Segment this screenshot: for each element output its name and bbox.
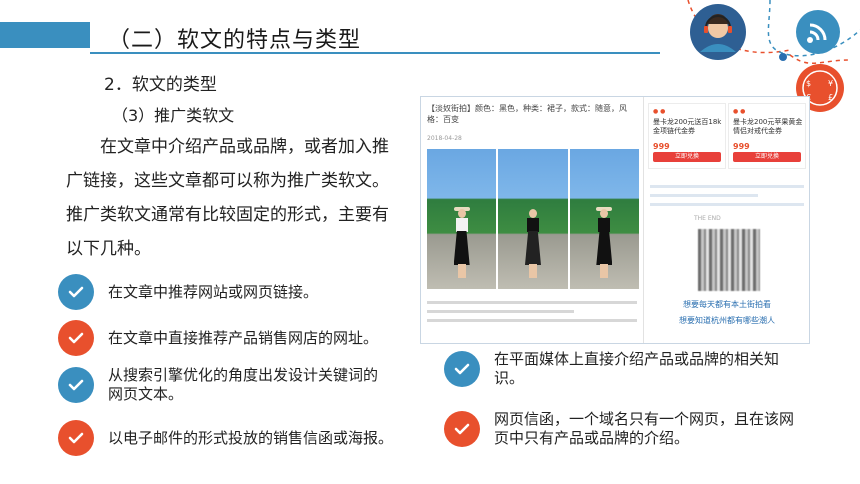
list-item-text: 网页信函，一个域名只有一个网页，且在该网页中只有产品或品牌的介绍。 (494, 410, 795, 447)
check-icon (444, 411, 480, 447)
section-subheading: （3）推广类软文 (112, 106, 235, 125)
product-desc: 曼卡龙200元苹果黄金情侣对戒代金券 (733, 118, 803, 135)
check-icon (58, 320, 94, 356)
article-panel: 【淡奴街拍】颜色：黑色，种类：裙子，款式：随意，风格：百变 2018-04-28 (421, 97, 639, 343)
article-body-lines (427, 295, 637, 328)
list-item-text: 在平面媒体上直接介绍产品或品牌的相关知识。 (494, 350, 780, 387)
redeem-button: 立即兑换 (733, 152, 801, 162)
street-photo (498, 149, 568, 289)
street-photo (427, 149, 497, 289)
section-heading: 2．软文的类型 (104, 75, 217, 95)
example-screenshot: 【淡奴街拍】颜色：黑色，种类：裙子，款式：随意，风格：百变 2018-04-28… (420, 96, 810, 344)
street-photo (569, 149, 639, 289)
redeem-button: 立即兑换 (653, 152, 721, 162)
svg-text:$: $ (806, 79, 811, 88)
check-icon (58, 274, 94, 310)
qr-code (698, 229, 760, 291)
product-card: ● ● 曼卡龙200元苹果黄金情侣对戒代金券 999 立即兑换 (728, 103, 806, 169)
shop-text-lines (650, 179, 804, 212)
follow-text: 想要每天都有本土街拍看 (683, 300, 771, 309)
title-accent-block (0, 22, 90, 48)
customer-support-icon (690, 4, 746, 60)
article-title: 【淡奴街拍】颜色：黑色，种类：裙子，款式：随意，风格：百变 (427, 104, 627, 124)
product-desc: 曼卡龙200元送百18k金项链代金券 (653, 118, 722, 135)
list-item-text: 从搜索引擎优化的角度出发设计关键词的网页文本。 (108, 366, 379, 403)
svg-text:¥: ¥ (828, 79, 833, 88)
list-item-text: 在文章中直接推荐产品销售网店的网址。 (108, 328, 379, 347)
list-item-text: 在文章中推荐网站或网页链接。 (108, 282, 319, 301)
list-item: 在文章中直接推荐产品销售网店的网址。 (58, 320, 408, 356)
article-meta: 2018-04-28 (427, 135, 462, 142)
list-item: 在平面媒体上直接介绍产品或品牌的相关知识。 (444, 350, 804, 388)
list-item: 以电子邮件的形式投放的销售信函或海报。 (58, 420, 418, 456)
list-item: 从搜索引擎优化的角度出发设计关键词的网页文本。 (58, 366, 398, 404)
product-price: 999 (733, 142, 750, 151)
end-marker: THE END (694, 215, 721, 222)
title-underline (90, 52, 660, 54)
check-icon (58, 420, 94, 456)
check-icon (58, 367, 94, 403)
wifi-icon (796, 10, 840, 54)
street-photos (427, 149, 639, 289)
follow-text: 想要知道杭州都有哪些潮人 (679, 316, 775, 325)
shop-panel: ● ● 曼卡龙200元送百18k金项链代金券 999 立即兑换 ● ● 曼卡龙2… (643, 97, 809, 343)
list-item: 在文章中推荐网站或网页链接。 (58, 274, 388, 310)
svg-text:£: £ (828, 93, 833, 102)
list-item: 网页信函，一个域名只有一个网页，且在该网页中只有产品或品牌的介绍。 (444, 410, 814, 448)
check-icon (444, 351, 480, 387)
page-title: （二）软文的特点与类型 (108, 28, 362, 53)
list-item-text: 以电子邮件的形式投放的销售信函或海报。 (108, 428, 394, 447)
product-card: ● ● 曼卡龙200元送百18k金项链代金券 999 立即兑换 (648, 103, 726, 169)
product-price: 999 (653, 142, 670, 151)
intro-paragraph: 在文章中介绍产品或品牌，或者加入推广链接，这些文章都可以称为推广类软文。推广类软… (66, 137, 389, 259)
